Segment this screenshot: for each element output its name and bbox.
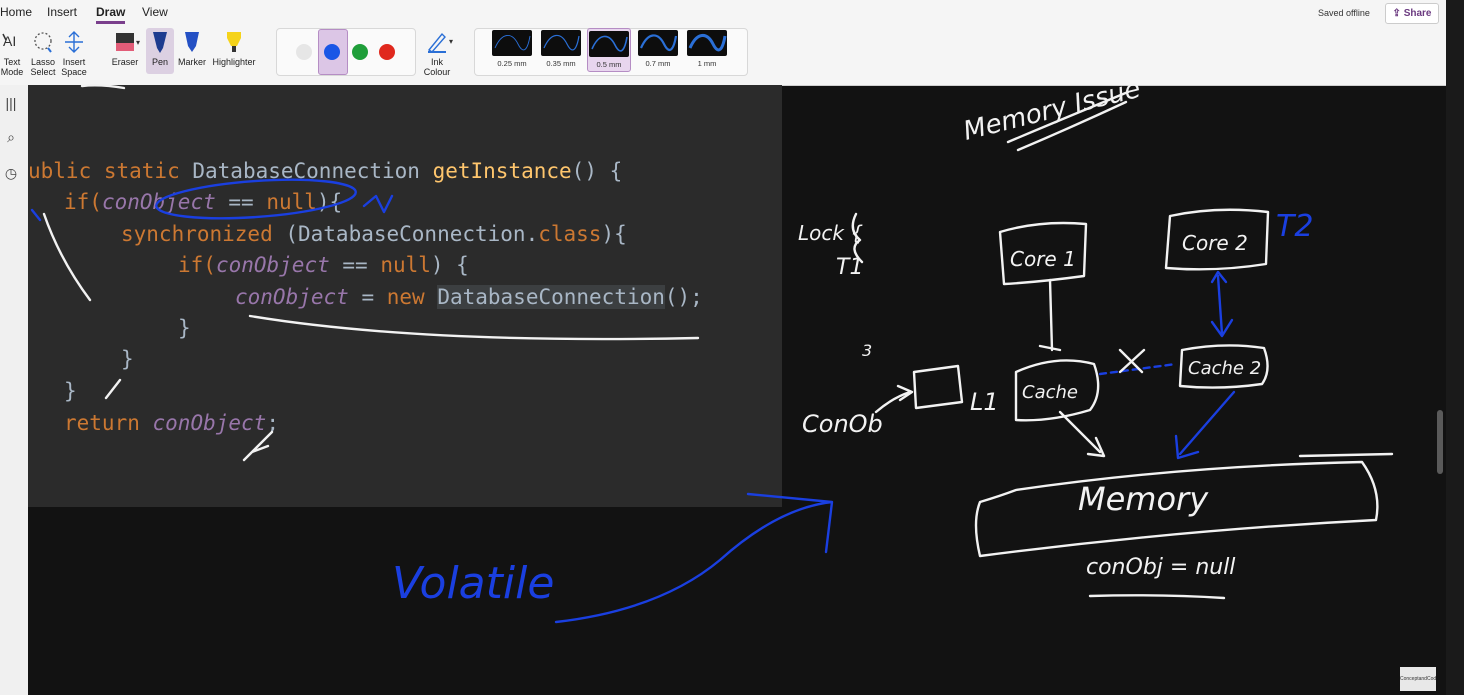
marker-button[interactable]: Marker [178,30,206,67]
search-icon[interactable]: ⌕ [2,129,20,147]
ink-core1-text: Core 1 [1010,247,1076,271]
color-green[interactable] [352,44,368,60]
color-white[interactable] [296,44,312,60]
ink-l1-text: L1 [970,388,999,416]
eraser-icon [116,33,134,51]
stroke-preview-icon [492,30,532,56]
ink-memory-text: Memory [1078,480,1209,518]
saved-offline-status: Saved offline [1318,8,1370,18]
ink-stroke [851,212,864,264]
ink-stroke [1088,594,1226,600]
share-button[interactable]: ⇪ Share [1385,3,1439,24]
stroke-preview-icon [687,30,727,56]
ink-stroke [1006,90,1130,144]
thickness-025[interactable]: 0.25 mm [491,30,533,68]
insert-space-button[interactable]: Insert Space [59,30,89,77]
cache2-box [1178,344,1269,389]
menu-draw[interactable]: Draw [96,5,126,24]
lasso-icon [34,32,52,53]
ink-stroke [1016,100,1128,152]
core2-box [1164,208,1270,271]
code-line-6: } [178,316,191,340]
thickness-07[interactable]: 0.7 mm [637,30,679,68]
window-edge [1446,0,1464,695]
svg-text:AI: AI [3,33,16,49]
thickness-1[interactable]: 1 mm [686,30,728,68]
ribbon-toolbar: Home Insert Draw View AI Text Mode Lasso… [0,0,1446,86]
ink-conob-text: ConOb [802,410,883,438]
arrow [1038,278,1062,352]
code-screenshot: ublic static DatabaseConnection getInsta… [28,85,782,507]
code-line-1: ublic static DatabaseConnection getInsta… [28,159,623,183]
eraser-button[interactable]: Eraser [108,30,142,67]
lasso-select-button[interactable]: Lasso Select [28,30,58,77]
memory-box [974,460,1379,558]
stroke-preview-icon [638,30,678,56]
code-line-5: conObject = new DatabaseConnection(); [235,285,703,309]
highlighter-label: Highlighter [212,57,256,67]
ink-t2-text: T2 [1276,209,1313,244]
ink-t1-text: T1 [836,255,863,280]
scrollbar-thumb[interactable] [1437,410,1443,474]
code-line-7: } [121,347,134,371]
left-sidebar: ||| ⌕ ◷ [0,85,28,695]
arrow [1058,410,1106,458]
notebooks-icon[interactable]: ||| [2,95,20,113]
marker-label: Marker [178,57,207,67]
pen-icon [153,32,167,53]
thickness-035[interactable]: 0.35 mm [540,30,582,68]
ink-lock-text: Lock { [798,221,863,245]
stroke-preview-icon [589,31,629,57]
ink-arrow-blue [1210,270,1234,338]
recent-clock-icon[interactable]: ◷ [2,165,20,183]
text-mode-button[interactable]: AI Text Mode [0,30,24,77]
ink-core2-text: Core 2 [1182,231,1248,255]
color-blue[interactable] [324,44,340,60]
ink-arrow-blue [1174,390,1236,460]
ink-colour-label: Ink Colour [423,57,451,77]
channel-watermark-logo: ConceptandCoding [1400,667,1436,691]
code-line-2: if(conObject == null){ [64,190,343,214]
code-line-9: return conObject; [64,411,279,435]
ink-three-text: 3 [862,341,872,360]
eraser-dropdown-icon[interactable]: ▾ [136,38,140,47]
ink-cache-text: Cache [1022,382,1078,403]
arrow [874,384,914,414]
ink-volatile-text: Volatile [392,558,554,609]
insert-space-label: Insert Space [61,57,87,77]
ink-cross [1118,348,1146,374]
ink-colour-icon [427,32,446,53]
code-line-3: synchronized (DatabaseConnection.class){ [121,222,627,246]
stroke-preview-icon [541,30,581,56]
thickness-05-selected[interactable]: 0.5 mm [587,28,631,72]
highlighter-icon [227,32,241,52]
ink-cache2-text: Cache 2 [1188,358,1261,379]
pen-label: Pen [151,57,168,67]
share-icon: ⇪ [1392,8,1401,19]
ink-conobj-null-text: conObj = null [1086,555,1235,580]
highlighter-button[interactable]: Highlighter [210,30,258,67]
ink-arrow-blue [1098,362,1178,376]
menu-home[interactable]: Home [0,5,32,19]
code-line-4: if(conObject == null) { [178,253,469,277]
text-mode-label: Text Mode [0,57,24,77]
ink-arrow-blue [554,492,834,624]
marker-icon [185,32,199,52]
text-mode-icon: AI [2,33,16,49]
ink-colour-dropdown-icon[interactable]: ▾ [449,37,453,46]
cache1-box [1014,359,1100,422]
ink-stroke [1298,452,1394,458]
eraser-label: Eraser [111,57,139,67]
code-line-8: } [64,379,77,403]
color-red[interactable] [379,44,395,60]
small-box [912,364,964,410]
core1-box [998,221,1088,286]
insert-space-icon [65,31,83,53]
share-label: Share [1403,8,1432,19]
lasso-select-label: Lasso Select [30,57,56,77]
pen-button[interactable]: Pen [146,28,174,74]
menu-insert[interactable]: Insert [47,5,77,19]
menu-view[interactable]: View [142,5,168,19]
